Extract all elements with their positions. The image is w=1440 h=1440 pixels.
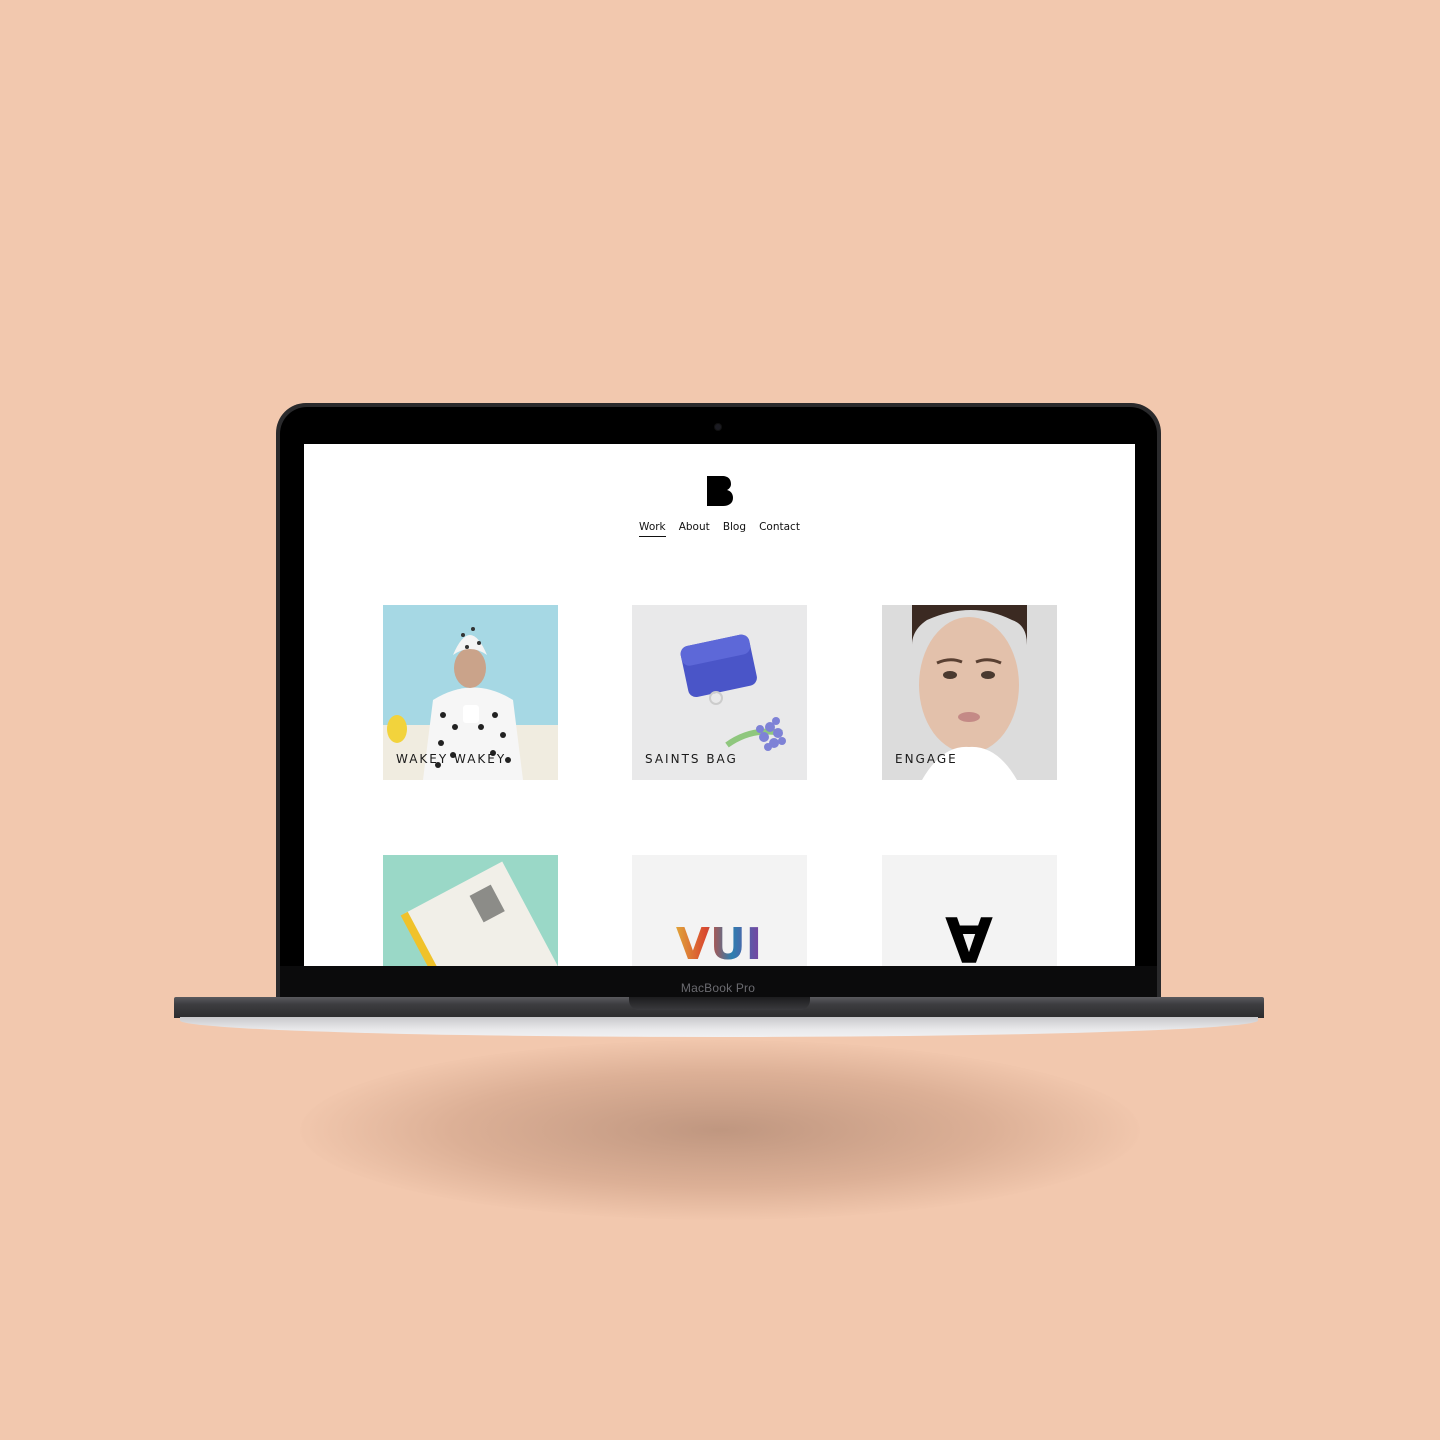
nav-contact[interactable]: Contact	[759, 521, 800, 536]
project-tile-wakey-wakey[interactable]: WAKEY WAKEY	[383, 605, 558, 780]
laptop-base-edge	[180, 1017, 1258, 1037]
project-tile-book[interactable]	[383, 855, 558, 966]
a-text: A	[945, 902, 993, 966]
camera-icon	[715, 424, 721, 430]
project-caption: WAKEY WAKEY	[396, 752, 507, 766]
device-label: MacBook Pro	[680, 981, 756, 995]
project-tile-a[interactable]: A	[882, 855, 1057, 966]
project-caption: ENGAGE	[895, 752, 958, 766]
nav-blog[interactable]: Blog	[723, 521, 746, 536]
book-image	[400, 861, 558, 966]
site-logo[interactable]	[707, 476, 733, 506]
website-screen: Work About Blog Contact WAKEY WAKEY SAIN…	[304, 444, 1135, 966]
nav-work[interactable]: Work	[639, 521, 666, 537]
nav-about[interactable]: About	[679, 521, 710, 536]
laptop-notch	[629, 997, 810, 1010]
project-tile-engage[interactable]: ENGAGE	[882, 605, 1057, 780]
laptop-shadow	[300, 1040, 1140, 1220]
vui-artwork: VUI	[676, 919, 762, 966]
a-artwork: A	[945, 902, 993, 966]
project-caption: SAINTS BAG	[645, 752, 738, 766]
project-tile-vui[interactable]: VUI	[632, 855, 807, 966]
project-tile-saints-bag[interactable]: SAINTS BAG	[632, 605, 807, 780]
vui-text: VUI	[676, 919, 762, 966]
main-nav: Work About Blog Contact	[304, 521, 1135, 537]
